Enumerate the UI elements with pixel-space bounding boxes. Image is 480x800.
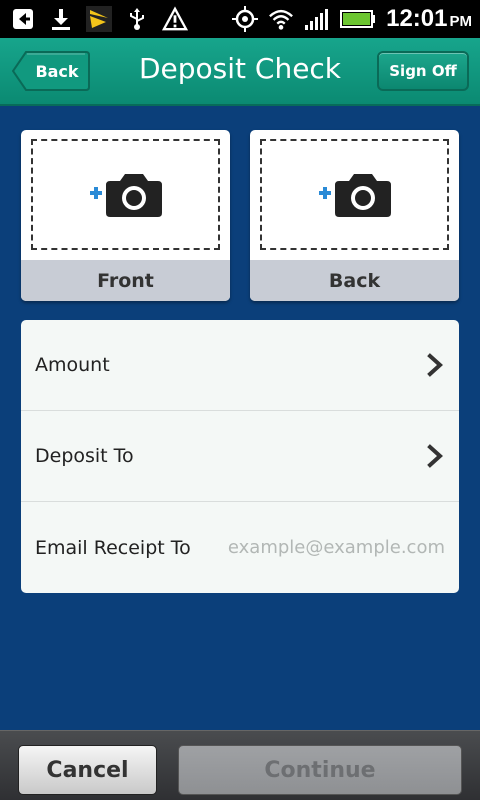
front-photo-frame[interactable] bbox=[31, 139, 220, 250]
back-arrow-icon bbox=[10, 6, 36, 32]
status-bar-notifications bbox=[0, 0, 188, 38]
gps-icon bbox=[232, 6, 259, 32]
deposit-to-row[interactable]: Deposit To bbox=[21, 411, 459, 502]
front-photo-label: Front bbox=[21, 260, 230, 301]
status-bar-system: 12:01 PM bbox=[232, 0, 480, 38]
usb-icon bbox=[124, 6, 150, 32]
signal-icon bbox=[304, 6, 330, 32]
back-photo-frame[interactable] bbox=[260, 139, 449, 250]
wifi-icon bbox=[268, 6, 294, 32]
add-camera-icon bbox=[89, 173, 162, 217]
battery-icon bbox=[340, 6, 376, 32]
back-photo-card[interactable]: Back bbox=[250, 130, 459, 301]
continue-button[interactable]: Continue bbox=[178, 745, 462, 795]
cancel-button[interactable]: Cancel bbox=[18, 745, 157, 795]
warning-icon bbox=[162, 6, 188, 32]
back-photo-label: Back bbox=[250, 260, 459, 301]
email-receipt-label: Email Receipt To bbox=[35, 536, 191, 559]
email-receipt-row: Email Receipt To bbox=[21, 502, 459, 593]
sprint-logo-icon bbox=[86, 6, 112, 32]
amount-label: Amount bbox=[35, 354, 110, 376]
bottom-action-bar: Cancel Continue bbox=[0, 730, 480, 800]
status-time: 12:01 PM bbox=[386, 5, 472, 32]
deposit-to-label: Deposit To bbox=[35, 445, 134, 467]
front-photo-card[interactable]: Front bbox=[21, 130, 230, 301]
sign-off-button[interactable]: Sign Off bbox=[377, 51, 469, 91]
download-icon bbox=[48, 6, 74, 32]
deposit-form: Amount Deposit To Email Receipt To bbox=[21, 320, 459, 593]
status-bar: 12:01 PM bbox=[0, 0, 480, 38]
email-receipt-input[interactable] bbox=[215, 537, 445, 558]
amount-row[interactable]: Amount bbox=[21, 320, 459, 411]
app-header: Back Deposit Check Sign Off bbox=[0, 38, 480, 106]
chevron-right-icon bbox=[427, 444, 443, 468]
chevron-right-icon bbox=[427, 353, 443, 377]
add-camera-icon bbox=[318, 173, 391, 217]
